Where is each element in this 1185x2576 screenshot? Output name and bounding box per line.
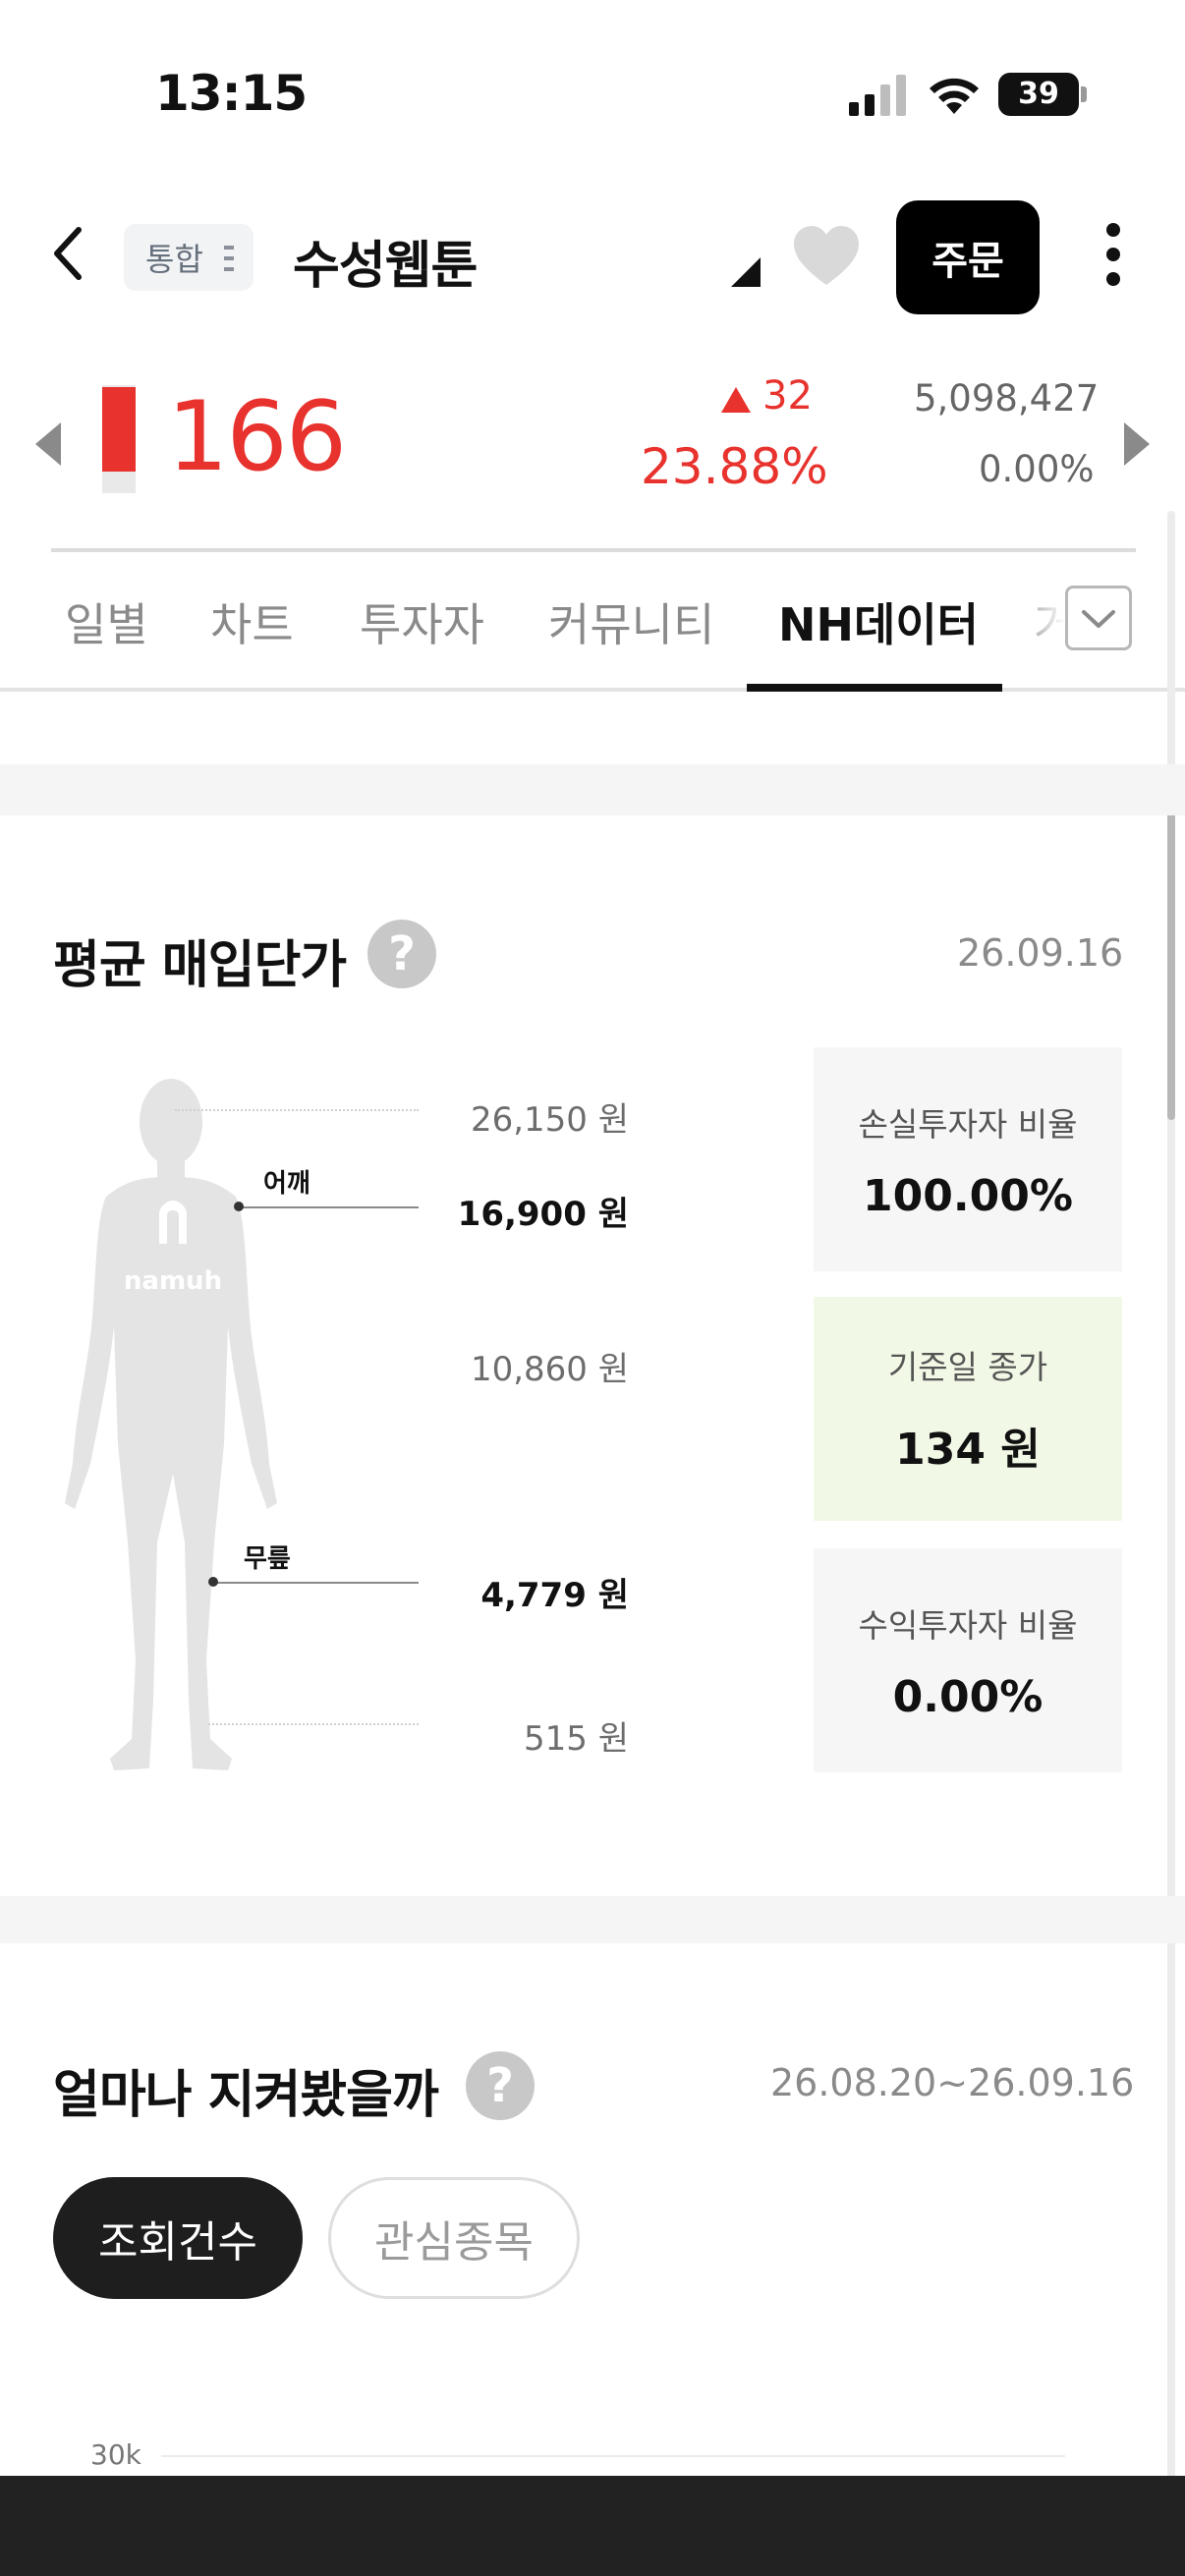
battery-level: 39 xyxy=(1018,77,1059,111)
section-separator xyxy=(0,764,1185,815)
avg-price-date: 26.09.16 xyxy=(957,931,1124,975)
battery-cap xyxy=(1081,86,1087,102)
price-change: 32 xyxy=(762,373,813,419)
signal-icon xyxy=(849,75,906,116)
next-stock-icon[interactable] xyxy=(1124,422,1150,466)
watch-title: 얼마나 지켜봤을까 xyxy=(53,2066,439,2125)
tab-nh-data[interactable]: NH데이터 xyxy=(778,589,979,654)
tab-border xyxy=(0,688,1185,692)
pill-view-count[interactable]: 조회건수 xyxy=(53,2177,303,2299)
level-line-top xyxy=(175,1109,419,1111)
current-price: 166 xyxy=(167,381,347,493)
stock-name[interactable]: 수성웹툰 xyxy=(293,224,478,298)
back-arrow-icon[interactable] xyxy=(45,224,94,283)
axis-tick-label: 30k xyxy=(90,2438,141,2471)
loss-investor-card: 손실투자자 비율 100.00% xyxy=(814,1047,1122,1271)
menu-icon xyxy=(224,246,234,271)
shoulder-dot xyxy=(234,1202,244,1211)
level-line-shoulder xyxy=(240,1206,419,1208)
card-label: 수익투자자 비율 xyxy=(858,1605,1078,1645)
level-value: 26,150 원 xyxy=(470,1100,629,1140)
level-value-knee: 4,779 원 xyxy=(480,1576,629,1615)
tab-chart[interactable]: 차트 xyxy=(210,589,294,654)
divider xyxy=(51,548,1136,552)
close-price-card: 기준일 종가 134 원 xyxy=(814,1297,1122,1521)
up-triangle-icon xyxy=(721,387,751,413)
order-button[interactable]: 주문 xyxy=(896,200,1040,314)
card-value: 100.00% xyxy=(863,1170,1073,1221)
level-value-shoulder: 16,900 원 xyxy=(457,1195,629,1234)
card-value: 0.00% xyxy=(892,1671,1044,1722)
bottom-bar xyxy=(0,2476,1185,2576)
card-value: 134 원 xyxy=(895,1425,1041,1475)
help-icon[interactable]: ? xyxy=(367,920,436,988)
card-label: 손실투자자 비율 xyxy=(858,1104,1078,1144)
avg-price-title: 평균 매입단가 xyxy=(53,936,347,995)
prev-stock-icon[interactable] xyxy=(35,422,61,466)
level-value: 515 원 xyxy=(524,1719,629,1759)
candle-icon xyxy=(102,387,136,472)
card-label: 기준일 종가 xyxy=(887,1348,1048,1386)
corner-triangle-icon xyxy=(731,257,761,287)
knee-dot xyxy=(208,1577,218,1587)
more-icon[interactable] xyxy=(1100,222,1126,287)
namuh-logo: namuh xyxy=(124,1266,222,1296)
level-value: 10,860 원 xyxy=(470,1350,629,1389)
tab-expand-button[interactable] xyxy=(1065,586,1132,650)
profit-investor-card: 수익투자자 비율 0.00% xyxy=(814,1548,1122,1772)
market-badge[interactable]: 통합 xyxy=(124,224,254,291)
knee-label: 무릎 xyxy=(244,1544,291,1574)
help-icon[interactable]: ? xyxy=(466,2051,535,2120)
price-change-pct: 23.88% xyxy=(641,438,828,495)
volume-pct: 0.00% xyxy=(979,448,1095,490)
level-line-knee xyxy=(214,1582,419,1584)
watch-date-range: 26.08.20~26.09.16 xyxy=(770,2061,1135,2104)
wifi-icon xyxy=(930,78,979,114)
pill-watchlist[interactable]: 관심종목 xyxy=(328,2177,580,2299)
tab-investor[interactable]: 투자자 xyxy=(360,589,484,654)
shoulder-label: 어깨 xyxy=(263,1169,310,1199)
level-line-bottom xyxy=(208,1723,419,1725)
volume: 5,098,427 xyxy=(914,377,1100,420)
tab-fade xyxy=(1016,580,1065,658)
tab-community[interactable]: 커뮤니티 xyxy=(548,589,714,654)
status-time: 13:15 xyxy=(155,65,308,122)
scrollbar-thumb[interactable] xyxy=(1167,806,1175,1120)
section-separator xyxy=(0,1896,1185,1943)
tab-daily[interactable]: 일별 xyxy=(65,589,148,654)
market-badge-label: 통합 xyxy=(145,241,203,278)
heart-icon[interactable] xyxy=(792,224,861,287)
gridline xyxy=(161,2455,1065,2457)
body-silhouette-icon: namuh xyxy=(65,1079,277,1770)
active-tab-indicator xyxy=(747,684,1002,692)
chevron-down-icon xyxy=(1082,610,1115,628)
